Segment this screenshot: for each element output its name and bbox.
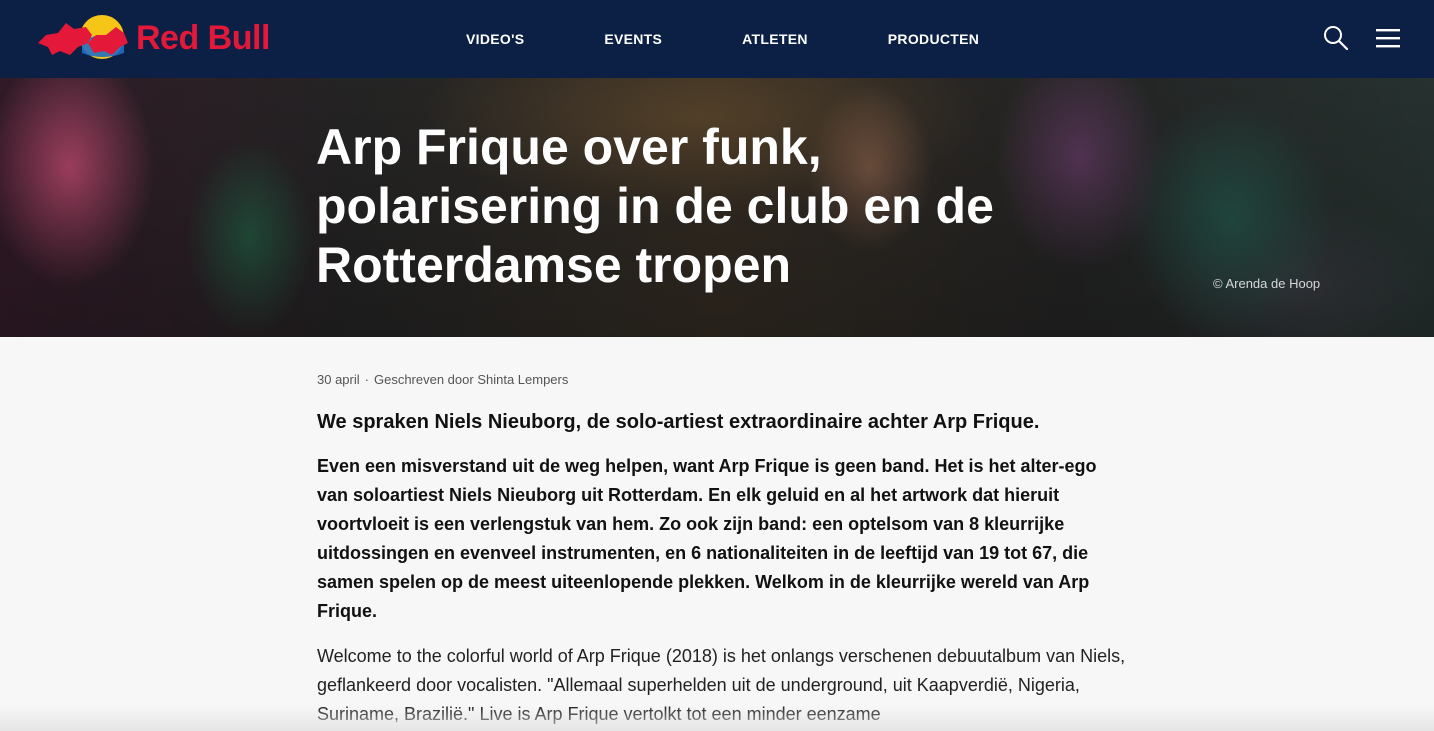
hero-banner: Arp Frique over funk, polarisering in de… [0,78,1434,337]
top-navigation-bar: Red Bull VIDEO'S EVENTS ATLETEN PRODUCTE… [0,0,1434,78]
article-author: Geschreven door Shinta Lempers [373,372,569,387]
photo-credit: © Arenda de Hoop [1213,276,1321,291]
menu-button[interactable] [1372,22,1404,54]
article-meta: 30 april · Geschreven door Shinta Lempers [317,372,1127,387]
article-lead: We spraken Niels Nieuborg, de solo-artie… [317,411,1040,433]
red-bull-logo[interactable]: Red Bull [36,12,286,64]
red-bull-emblem-icon [38,15,128,59]
search-icon [1324,26,1349,51]
article-title: Arp Frique over funk, polarisering in de… [316,119,994,293]
article-date: 30 april [317,372,360,387]
nav-item-videos[interactable]: VIDEO'S [466,31,524,47]
search-button[interactable] [1320,22,1352,54]
nav-item-events[interactable]: EVENTS [604,31,662,47]
logo-wordmark: Red Bull [136,18,270,57]
nav-item-producten[interactable]: PRODUCTEN [888,31,979,47]
main-nav: VIDEO'S EVENTS ATLETEN PRODUCTEN [466,0,979,78]
meta-separator: · [364,372,369,387]
article-body: 30 april · Geschreven door Shinta Lempers … [317,337,1127,729]
article-intro: Even een misverstand uit de weg helpen, … [317,456,1097,621]
hamburger-menu-icon [1376,29,1400,48]
nav-item-atleten[interactable]: ATLETEN [742,31,808,47]
bottom-fade [0,706,1434,731]
